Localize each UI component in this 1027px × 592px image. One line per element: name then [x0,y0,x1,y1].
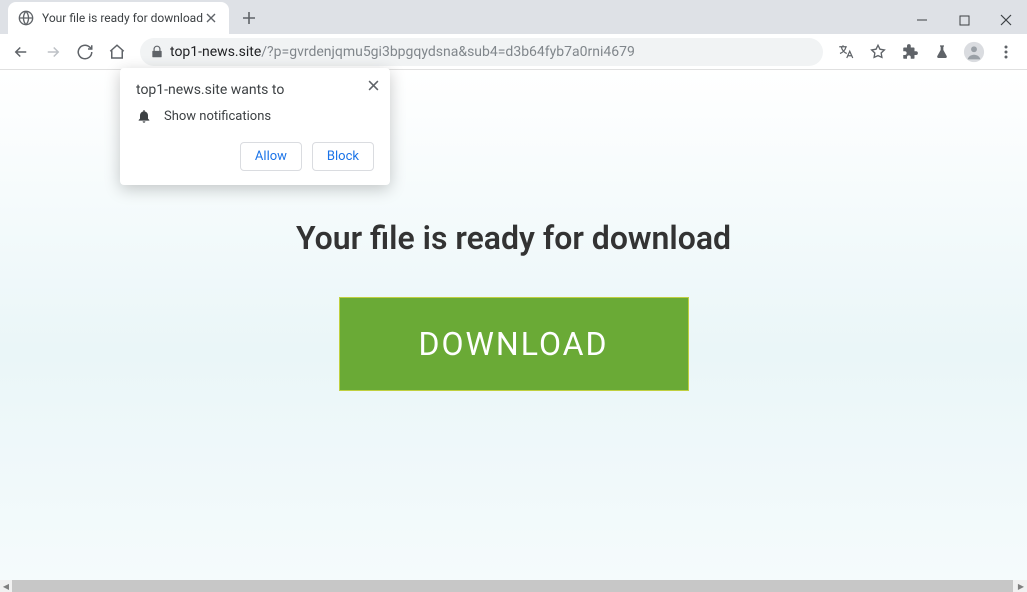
scrollbar-thumb[interactable] [12,580,1013,592]
lock-icon [150,45,164,59]
toolbar-right [831,37,1021,67]
toolbar: top1-news.site /?p=gvrdenjqmu5gi3bpgqyds… [0,34,1027,70]
maximize-button[interactable] [943,6,985,34]
popup-close-icon[interactable] [364,76,382,94]
horizontal-scrollbar[interactable]: ◀ ▶ [0,580,1027,592]
extensions-icon[interactable] [895,37,925,67]
scroll-right-arrow-icon[interactable]: ▶ [1015,580,1027,592]
home-button[interactable] [102,37,132,67]
notification-permission-label: Show notifications [164,109,271,124]
labs-icon[interactable] [927,37,957,67]
menu-icon[interactable] [991,37,1021,67]
address-bar[interactable]: top1-news.site /?p=gvrdenjqmu5gi3bpgqyds… [140,38,823,66]
forward-button[interactable] [38,37,68,67]
reload-button[interactable] [70,37,100,67]
notification-permission-row: Show notifications [136,108,374,124]
bell-icon [136,108,152,124]
url-path: /?p=gvrdenjqmu5gi3bpgqydsna&sub4=d3b64fy… [261,44,635,60]
notification-actions: Allow Block [136,142,374,171]
scrollbar-track[interactable] [12,580,1015,592]
block-button[interactable]: Block [312,142,374,171]
back-button[interactable] [6,37,36,67]
browser-tab[interactable]: Your file is ready for download [8,2,229,34]
profile-icon[interactable] [959,37,989,67]
translate-icon[interactable] [831,37,861,67]
window-close-button[interactable] [985,6,1027,34]
bookmark-star-icon[interactable] [863,37,893,67]
notification-permission-popup: top1-news.site wants to Show notificatio… [120,68,390,185]
window-controls [901,4,1027,34]
new-tab-button[interactable] [235,4,263,32]
minimize-button[interactable] [901,6,943,34]
scroll-left-arrow-icon[interactable]: ◀ [0,580,12,592]
url-host: top1-news.site [170,44,261,60]
globe-icon [18,10,34,26]
tab-close-icon[interactable] [203,10,219,26]
allow-button[interactable]: Allow [240,142,302,171]
notification-prompt-text: top1-news.site wants to [136,82,374,98]
page-headline: Your file is ready for download [296,219,731,257]
titlebar: Your file is ready for download [0,0,1027,34]
download-button[interactable]: DOWNLOAD [339,297,689,391]
tab-title: Your file is ready for download [42,11,203,25]
